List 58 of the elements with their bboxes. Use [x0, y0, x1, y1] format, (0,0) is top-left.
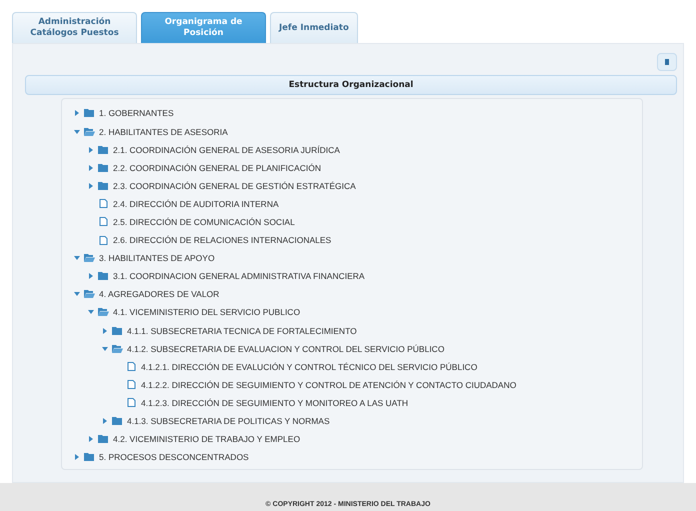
folder-icon	[84, 109, 95, 118]
panel-header: Estructura Organizacional	[25, 75, 677, 96]
caret-right-icon[interactable]	[88, 146, 94, 153]
tree-item[interactable]: 2.5. DIRECCIÓN DE COMUNICACIÓN SOCIAL	[113, 216, 295, 227]
tree-item[interactable]: 3.1. COORDINACION GENERAL ADMINISTRATIVA FINANCIERA	[113, 271, 365, 282]
caret-right-icon[interactable]	[88, 182, 94, 189]
menu-button[interactable]	[657, 53, 677, 72]
caret-down-icon[interactable]	[74, 291, 80, 298]
tree-item[interactable]: 2.3. COORDINACIÓN GENERAL DE GESTIÓN ESTRATÉGICA	[113, 180, 356, 191]
tree-item[interactable]: 4.2. VICEMINISTERIO DE TRABAJO Y EMPLEO	[113, 434, 300, 444]
tree-item[interactable]: 4.1.2.1. DIRECCIÓN DE EVALUCIÓN Y CONTROL TÉCNICO DEL SERVICIO PÚBLICO	[141, 362, 478, 372]
document-icon	[126, 380, 137, 390]
tab[interactable]: Administración Catálogos Puestos	[12, 12, 137, 44]
caret-down-icon[interactable]	[88, 309, 94, 316]
tree-item[interactable]: 2.2. COORDINACIÓN GENERAL DE PLANIFICACIÓN	[113, 162, 321, 173]
caret-right-icon[interactable]	[74, 454, 80, 460]
caret-right-icon[interactable]	[74, 110, 80, 116]
folder-icon	[98, 435, 109, 444]
document-icon	[98, 199, 109, 208]
folder-icon	[98, 308, 109, 316]
caret-right-icon[interactable]	[102, 418, 108, 424]
folder-icon	[112, 417, 123, 426]
document-icon	[126, 362, 137, 372]
tree-item[interactable]: 4.1.2.2. DIRECCIÓN DE SEGUIMIENTO Y CONTROL DE ATENCIÓN Y CONTACTO CIUDADANO	[141, 380, 516, 390]
tree-item[interactable]: 4.1.1. SUBSECRETARIA TECNICA DE FORTALECIMIENTO	[127, 326, 357, 336]
tab[interactable]: Jefe Inmediato	[270, 12, 358, 44]
document-icon	[98, 217, 109, 226]
folder-icon	[112, 326, 123, 335]
tree-item[interactable]: 2. HABILITANTES DE ASESORIA	[99, 126, 228, 137]
caret-right-icon[interactable]	[88, 273, 94, 280]
folder-icon	[84, 254, 95, 262]
caret-right-icon[interactable]	[102, 328, 108, 334]
folder-icon	[84, 128, 95, 136]
caret-right-icon[interactable]	[88, 436, 94, 442]
tree-item[interactable]: 4.1. VICEMINISTERIO DEL SERVICIO PUBLICO	[113, 307, 300, 318]
tree-item[interactable]: 4.1.2.3. DIRECCIÓN DE SEGUIMIENTO Y MONITOREO A LAS UATH	[141, 398, 408, 408]
tree-item[interactable]: 5. PROCESOS DESCONCENTRADOS	[99, 452, 249, 462]
folder-icon	[98, 272, 109, 280]
tree-item[interactable]: 2.4. DIRECCIÓN DE AUDITORIA INTERNA	[113, 198, 279, 209]
folder-icon	[98, 182, 109, 190]
tree-item[interactable]: 3. HABILITANTES DE APOYO	[99, 253, 215, 264]
folder-icon	[84, 290, 95, 298]
tree-item[interactable]: 4. AGREGADORES DE VALOR	[99, 289, 220, 300]
tree-item[interactable]: 4.1.3. SUBSECRETARIA DE POLITICAS Y NORMAS	[127, 416, 330, 426]
document-icon	[126, 398, 137, 408]
tree-item[interactable]: 2.1. COORDINACIÓN GENERAL DE ASESORIA JURÍDICA	[113, 144, 340, 155]
folder-icon	[98, 164, 109, 172]
caret-down-icon[interactable]	[74, 255, 80, 262]
folder-icon	[98, 146, 109, 154]
folder-icon	[112, 344, 123, 353]
tree-item[interactable]: 1. GOBERNANTES	[99, 108, 174, 118]
caret-down-icon[interactable]	[74, 128, 80, 135]
tree-item[interactable]: 2.6. DIRECCIÓN DE RELACIONES INTERNACIONALES	[113, 235, 332, 246]
document-icon	[98, 236, 109, 245]
caret-right-icon[interactable]	[88, 164, 94, 171]
folder-icon	[84, 453, 95, 462]
caret-down-icon[interactable]	[102, 346, 108, 352]
tree-item[interactable]: 4.1.2. SUBSECRETARIA DE EVALUACION Y CONTROL DEL SERVICIO PÚBLICO	[127, 344, 444, 354]
